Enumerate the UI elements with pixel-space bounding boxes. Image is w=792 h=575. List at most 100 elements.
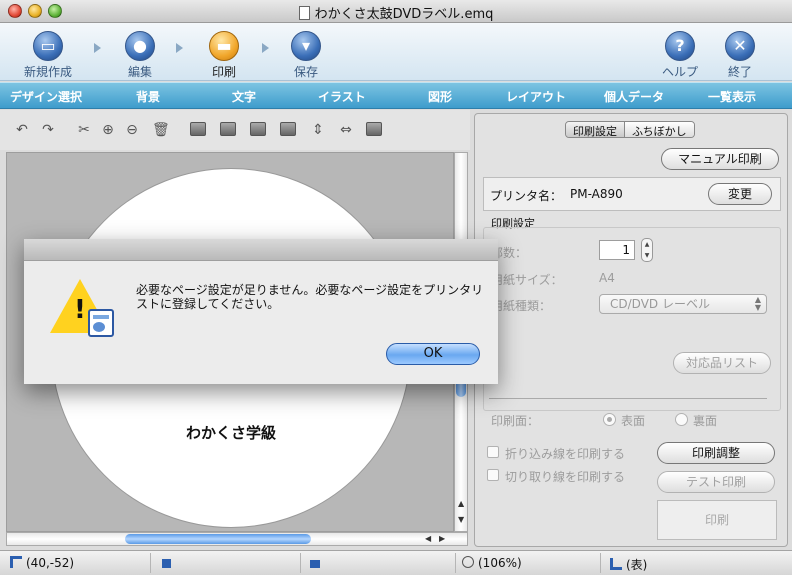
tab-personal-data[interactable]: 個人データ [604, 88, 664, 105]
new-label: 新規作成 [23, 65, 72, 79]
disc-text[interactable]: わかくさ学級 [52, 422, 410, 443]
supported-list-button[interactable]: 対応品リスト [673, 352, 771, 374]
alert-dialog: ! 必要なページ設定が足りません。必要なページ設定をプリンタリストに登録してくだ… [24, 239, 498, 384]
horizontal-scrollbar[interactable]: ◀ ▶ [6, 532, 468, 546]
main-toolbar: ▭ 新規作成 ● 編集 ▬ 印刷 ▾ 保存 ? ヘルプ ✕ 終了 [0, 23, 792, 81]
tab-text[interactable]: 文字 [232, 88, 256, 105]
copies-field[interactable]: 1 [599, 240, 635, 260]
scroll-left-arrow-icon[interactable]: ◀ [425, 534, 431, 543]
cut-line-checkbox[interactable] [487, 469, 499, 481]
print-settings-panel: 印刷設定 ふちぼかし マニュアル印刷 プリンタ名： PM-A890 変更 印刷設… [474, 113, 788, 547]
print-adjust-button[interactable]: 印刷調整 [657, 442, 775, 464]
group-icon[interactable] [366, 122, 382, 136]
rotation-status [310, 556, 324, 570]
app-badge-icon [88, 309, 114, 337]
print-step-label: 印刷 [211, 65, 236, 79]
bring-forward-icon[interactable] [220, 122, 236, 136]
flip-vertical-icon[interactable]: ⇕ [310, 122, 326, 138]
tab-illust[interactable]: イラスト [318, 88, 366, 105]
fold-line-checkbox[interactable] [487, 446, 499, 458]
flip-horizontal-icon[interactable]: ⇔ [338, 122, 354, 138]
help-icon: ? [665, 31, 695, 61]
edit-disc-icon: ● [125, 31, 155, 61]
zoom-in-icon[interactable]: ⊕ [100, 122, 116, 138]
side-icon [610, 558, 622, 570]
status-divider [455, 553, 456, 573]
printer-icon: ▬ [209, 31, 239, 61]
pointer-icon [10, 556, 22, 568]
status-divider [600, 553, 601, 573]
design-tabs-bar: デザイン選択 背景 文字 イラスト 図形 レイアウト 個人データ 一覧表示 [0, 82, 792, 109]
quit-x-icon: ✕ [725, 31, 755, 61]
back-radio[interactable] [675, 413, 688, 426]
scroll-down-arrow-icon[interactable]: ▼ [458, 515, 464, 524]
tab-design-select[interactable]: デザイン選択 [10, 88, 82, 105]
dialog-message: 必要なページ設定が足りません。必要なページ設定をプリンタリストに登録してください… [136, 283, 484, 311]
redo-icon[interactable]: ↷ [40, 122, 56, 138]
front-label: 表面 [621, 414, 646, 428]
change-printer-button[interactable]: 変更 [708, 183, 772, 205]
printer-label: プリンタ名： [490, 189, 563, 203]
scroll-right-arrow-icon[interactable]: ▶ [439, 534, 445, 543]
bring-front-icon[interactable] [190, 122, 206, 136]
printer-box: プリンタ名： PM-A890 変更 [483, 177, 781, 211]
save-button[interactable]: ▾ 保存 [276, 31, 336, 80]
front-radio[interactable] [603, 413, 616, 426]
undo-icon[interactable]: ↶ [14, 122, 30, 138]
status-divider [150, 553, 151, 573]
ok-button[interactable]: OK [386, 343, 480, 365]
side-status: (表) [610, 556, 647, 573]
quit-label: 終了 [727, 65, 752, 79]
trash-icon[interactable]: 🗑 [152, 122, 170, 138]
help-label: ヘルプ [661, 65, 698, 79]
scroll-up-arrow-icon[interactable]: ▲ [458, 499, 464, 508]
print-button[interactable]: 印刷 [657, 500, 777, 540]
step-arrow-icon [262, 43, 269, 53]
side-text: (表) [626, 558, 648, 572]
zoom-status: (106%) [462, 556, 522, 570]
manual-print-button[interactable]: マニュアル印刷 [661, 148, 779, 170]
edit-button[interactable]: ● 編集 [110, 31, 170, 80]
paper-type-value: CD/DVD レーベル [610, 297, 710, 311]
edit-toolbar: ↶ ↷ ✂ ⊕ ⊖ 🗑 ⇕ ⇔ [0, 110, 470, 150]
chevron-updown-icon: ▲ ▼ [754, 295, 761, 312]
tab-shapes[interactable]: 図形 [428, 88, 452, 105]
paper-type-select[interactable]: CD/DVD レーベル ▲ ▼ [599, 294, 767, 314]
flag-icon [162, 559, 171, 568]
copies-stepper[interactable]: ▲ ▼ [641, 238, 653, 262]
tab-layout[interactable]: レイアウト [506, 88, 566, 105]
new-document-icon: ▭ [33, 31, 63, 61]
cursor-coords: (40,-52) [10, 556, 74, 570]
tab-print-settings[interactable]: 印刷設定 [566, 122, 625, 137]
paper-type-label: 用紙種類： [491, 299, 552, 313]
window-title: わかくさ太鼓DVDラベル.emq [314, 7, 494, 22]
help-button[interactable]: ? ヘルプ [650, 31, 710, 80]
printer-name: PM-A890 [570, 187, 623, 201]
send-backward-icon[interactable] [250, 122, 266, 136]
title-bar: わかくさ太鼓DVDラベル.emq [0, 0, 792, 23]
quit-button[interactable]: ✕ 終了 [710, 31, 770, 80]
save-disk-icon: ▾ [291, 31, 321, 61]
tab-list-view[interactable]: 一覧表示 [708, 88, 756, 105]
cut-icon[interactable]: ✂ [76, 122, 92, 138]
dialog-top-bar [24, 239, 498, 261]
divider [489, 398, 767, 399]
back-label: 裏面 [693, 414, 718, 428]
new-button[interactable]: ▭ 新規作成 [18, 31, 78, 80]
save-label: 保存 [293, 65, 318, 79]
send-back-icon[interactable] [280, 122, 296, 136]
zoom-text: (106%) [478, 556, 522, 570]
magnifier-icon [462, 556, 474, 568]
paper-size-value: A4 [599, 271, 615, 285]
test-print-button[interactable]: テスト印刷 [657, 471, 775, 493]
print-step-button[interactable]: ▬ 印刷 [194, 31, 254, 80]
horizontal-scroll-thumb[interactable] [125, 534, 311, 544]
coords-text: (40,-52) [26, 556, 75, 570]
cut-line-label: 切り取り線を印刷する [505, 470, 626, 484]
step-arrow-icon [176, 43, 183, 53]
tab-background[interactable]: 背景 [136, 88, 160, 105]
step-arrow-icon [94, 43, 101, 53]
panel-segmented-control: 印刷設定 ふちぼかし [565, 121, 695, 138]
tab-edge-blur[interactable]: ふちぼかし [625, 122, 694, 137]
zoom-out-icon[interactable]: ⊖ [124, 122, 140, 138]
